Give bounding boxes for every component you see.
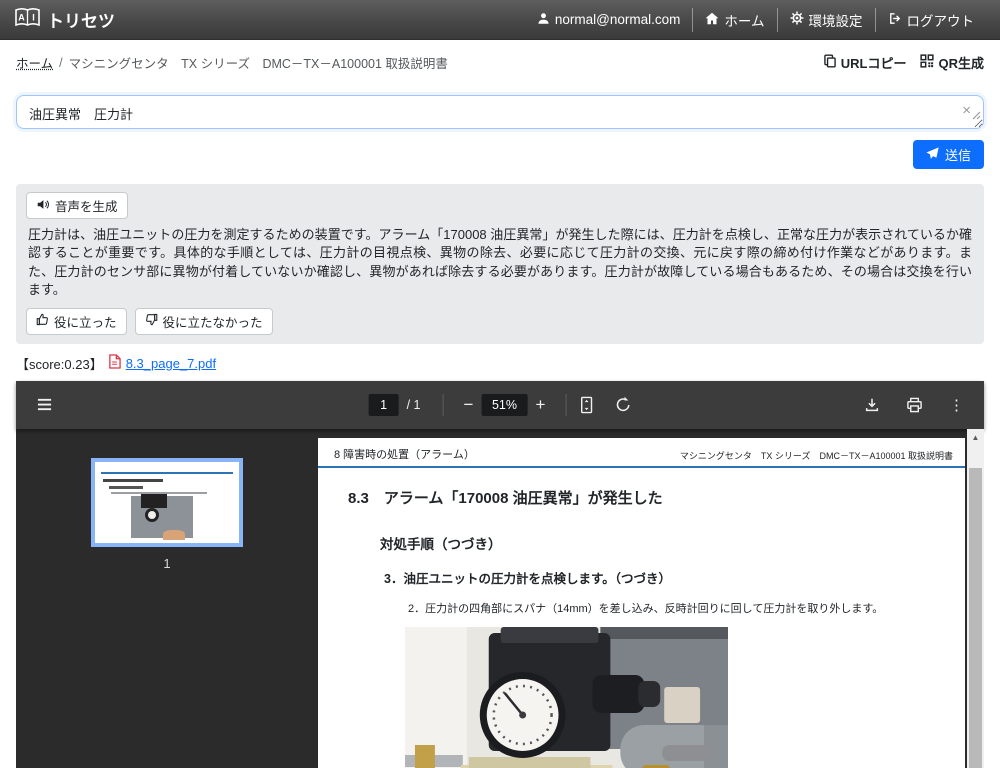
breadcrumb: ホーム / マシニングセンタ TX シリーズ DMC－TX－A100001 取扱… xyxy=(16,53,448,72)
rotate-button[interactable] xyxy=(614,396,631,413)
download-icon[interactable] xyxy=(864,397,880,413)
pdf-body: 1 8 障害時の処置（アラーム） マシニングセンタ TX シリーズ DMC－TX… xyxy=(16,429,984,768)
pdf-page-total: / 1 xyxy=(407,398,421,412)
submit-button[interactable]: 送信 xyxy=(913,140,984,169)
thumbnail-preview xyxy=(131,496,193,538)
toolbar-divider xyxy=(565,394,566,416)
pdf-toolbar: / 1 − 51% + xyxy=(16,381,984,429)
print-icon[interactable] xyxy=(906,397,923,413)
pdf-menu-button[interactable] xyxy=(36,397,53,412)
thumbnail-page-number: 1 xyxy=(163,556,170,571)
copy-icon xyxy=(823,54,837,71)
user-email: normal@normal.com xyxy=(525,12,693,28)
pdf-viewer-embed: / 1 − 51% + xyxy=(16,381,984,768)
not-helpful-button[interactable]: 役に立たなかった xyxy=(135,308,273,335)
pdf-header-right: マシニングセンタ TX シリーズ DMC－TX－A100001 取扱説明書 xyxy=(680,449,953,462)
pdf-section-title: 8.3 アラーム「170008 油圧異常」が発生した xyxy=(348,487,965,508)
qr-code-icon xyxy=(920,54,934,71)
pdf-scrollbar[interactable]: ▲ ▼ xyxy=(967,429,984,768)
zoom-out-button[interactable]: − xyxy=(456,395,482,415)
pdf-substep-text: 2．圧力計の四角部にスパナ（14mm）を差し込み、反時計回りに回して圧力計を取り… xyxy=(408,600,945,616)
gear-icon xyxy=(790,11,804,28)
pdf-subsection-title: 対処手順（つづき） xyxy=(380,533,965,553)
app-title: トリセツ xyxy=(47,7,115,32)
nav-logout[interactable]: ログアウト xyxy=(876,10,987,30)
generate-audio-button[interactable]: 音声を生成 xyxy=(26,192,128,219)
pdf-file-icon xyxy=(108,354,121,372)
pdf-page: 8 障害時の処置（アラーム） マシニングセンタ TX シリーズ DMC－TX－A… xyxy=(318,438,965,768)
pdf-header-left: 8 障害時の処置（アラーム） xyxy=(334,446,475,462)
svg-text:A: A xyxy=(18,12,25,22)
thumbnail-preview xyxy=(103,479,163,482)
search-area: 油圧異常 圧力計 × xyxy=(16,95,984,129)
fit-to-page-button[interactable] xyxy=(578,396,594,414)
pdf-page-container: 8 障害時の処置（アラーム） マシニングセンタ TX シリーズ DMC－TX－A… xyxy=(318,429,984,768)
clear-input-icon[interactable]: × xyxy=(962,103,971,118)
qr-generate-button[interactable]: QR生成 xyxy=(920,53,984,72)
pdf-thumbnail-sidebar: 1 xyxy=(16,429,318,768)
home-icon xyxy=(705,12,719,28)
pdf-zoom-level: 51% xyxy=(481,394,527,416)
speaker-icon xyxy=(36,198,50,214)
score-label: 【score:0.23】 xyxy=(16,354,103,373)
zoom-in-button[interactable]: + xyxy=(527,395,553,415)
nav-settings[interactable]: 環境設定 xyxy=(778,10,875,30)
pdf-page-number-input[interactable] xyxy=(369,394,399,416)
paper-plane-icon xyxy=(926,147,939,163)
answer-panel: 音声を生成 圧力計は、油圧ユニットの圧力を測定するための装置です。アラーム「17… xyxy=(16,184,984,344)
nav-home[interactable]: ホーム xyxy=(693,10,776,30)
answer-text: 圧力計は、油圧ユニットの圧力を測定するための装置です。アラーム「170008 油… xyxy=(28,226,972,300)
pdf-thumbnail-page-1[interactable] xyxy=(91,458,243,547)
logout-icon xyxy=(888,12,902,28)
pdf-photo-pressure-gauge xyxy=(405,627,728,768)
toolbar-divider xyxy=(443,394,444,416)
thumbnail-preview xyxy=(109,486,143,489)
question-input[interactable]: 油圧異常 圧力計 xyxy=(16,95,984,129)
helpful-button[interactable]: 役に立った xyxy=(26,308,127,335)
url-copy-button[interactable]: URLコピー xyxy=(823,53,907,72)
top-navbar: A I トリセツ normal@normal.com ホーム xyxy=(0,0,1000,40)
source-pdf-link[interactable]: 8.3_page_7.pdf xyxy=(126,356,216,371)
more-options-icon[interactable]: ⋮ xyxy=(949,396,964,414)
pdf-step-heading: 3．油圧ユニットの圧力計を点検します。（つづき） xyxy=(384,568,965,587)
thumbs-up-icon xyxy=(36,313,49,329)
scroll-up-icon[interactable]: ▲ xyxy=(967,429,984,446)
scrollbar-thumb[interactable] xyxy=(969,468,982,768)
person-icon xyxy=(537,12,550,28)
svg-text:I: I xyxy=(32,12,35,22)
app-logo[interactable]: A I トリセツ xyxy=(14,7,115,33)
breadcrumb-home-link[interactable]: ホーム xyxy=(16,53,53,72)
book-ai-logo-icon: A I xyxy=(14,7,41,33)
breadcrumb-current: マシニングセンタ TX シリーズ DMC－TX－A100001 取扱説明書 xyxy=(69,53,448,72)
thumbs-down-icon xyxy=(145,313,158,329)
breadcrumb-separator: / xyxy=(59,56,62,70)
thumbnail-preview xyxy=(101,472,233,474)
